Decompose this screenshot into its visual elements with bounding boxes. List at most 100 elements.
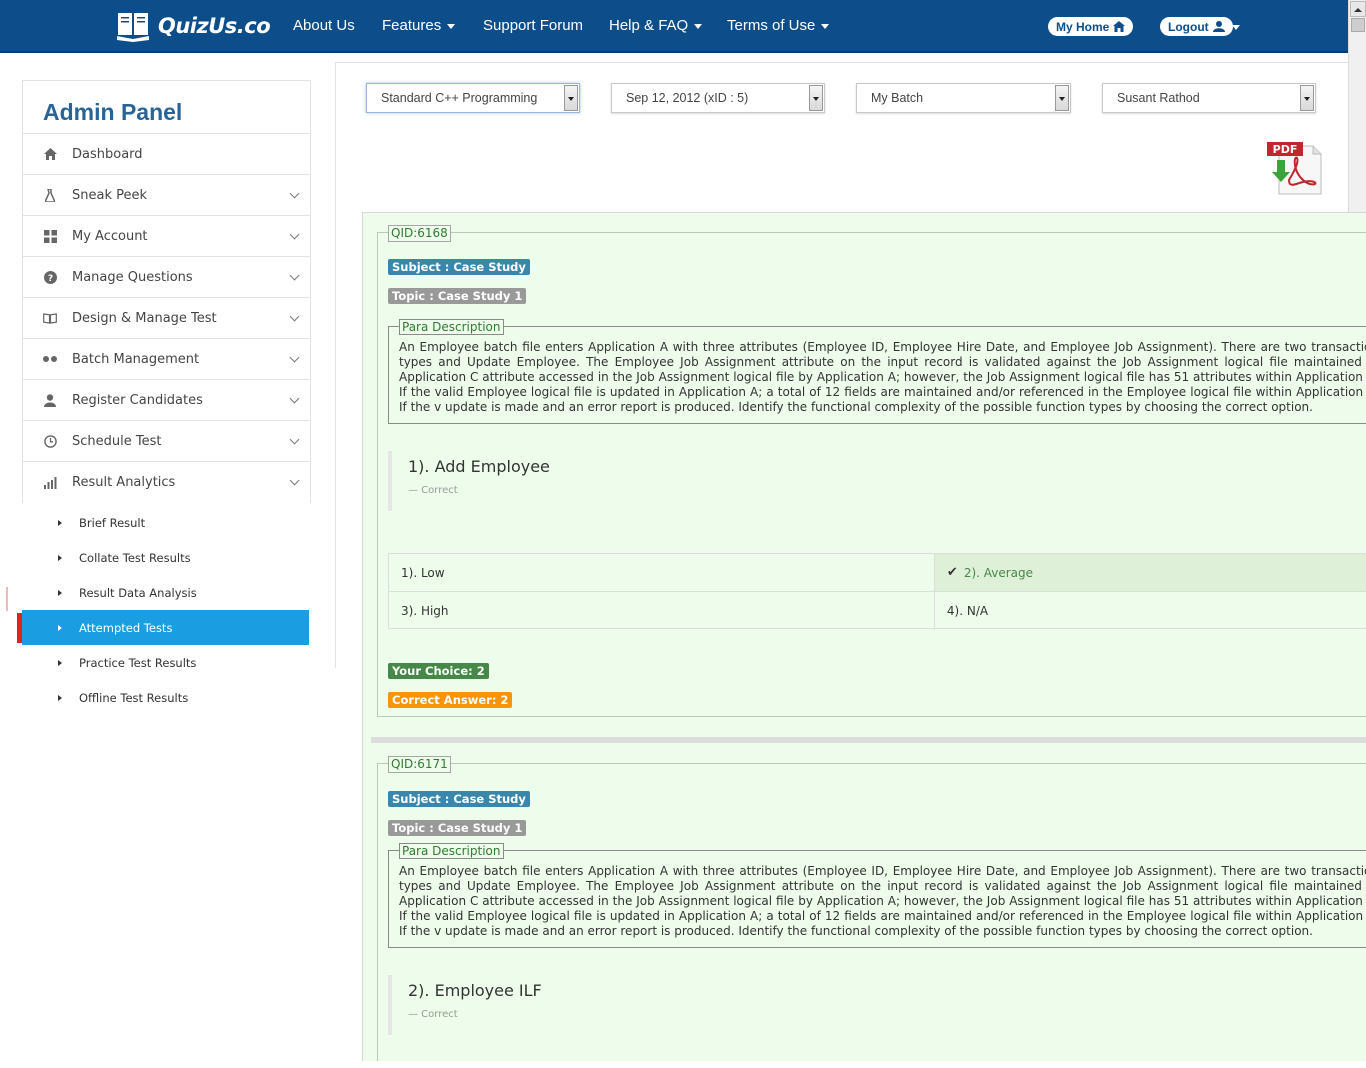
grid-icon: [43, 229, 57, 243]
option-1[interactable]: 1). Low: [389, 554, 935, 591]
user-icon: [1212, 21, 1225, 32]
sidebar-item-manage-questions[interactable]: ? Manage Questions: [23, 257, 310, 298]
correct-answer-badge: Correct Answer: 2: [388, 692, 513, 708]
vertical-scrollbar[interactable]: [1348, 0, 1366, 213]
top-navbar: QuizUs.co About Us Features Support Foru…: [0, 0, 1348, 53]
sidebar-subitem-brief-result[interactable]: Brief Result: [22, 505, 311, 540]
question-review-area: QID:6168 Subject : Case Study Topic : Ca…: [362, 212, 1366, 1061]
question-divider: [371, 737, 1366, 743]
caret-right-icon: [58, 659, 62, 666]
option-4[interactable]: 4). N/A: [935, 592, 1366, 630]
dropdown-arrow-icon: [1300, 85, 1314, 111]
question-card: QID:6168 Subject : Case Study Topic : Ca…: [377, 225, 1366, 717]
chevron-down-icon: [289, 393, 300, 404]
chevron-down-icon: [289, 229, 300, 240]
caret-right-icon: [58, 554, 62, 561]
dropdown-arrow-icon: [564, 85, 578, 111]
logout-button[interactable]: Logout: [1160, 17, 1233, 36]
sidebar-item-design-manage-test[interactable]: Design & Manage Test: [23, 298, 310, 339]
sidebar-subitem-result-data-analysis[interactable]: Result Data Analysis: [22, 575, 311, 610]
sidebar-item-result-analytics[interactable]: Result Analytics: [23, 462, 310, 503]
nav-support-forum[interactable]: Support Forum: [483, 17, 583, 34]
sidebar-item-my-account[interactable]: My Account: [23, 216, 310, 257]
caret-down-icon: [821, 23, 830, 29]
question-circle-icon: ?: [43, 270, 57, 284]
subject-badge: Subject : Case Study: [388, 259, 530, 275]
svg-text:?: ?: [47, 274, 52, 284]
sidebar-item-register-candidates[interactable]: Register Candidates: [23, 380, 310, 421]
para-description-box: Para Description An Employee batch file …: [388, 319, 1366, 424]
result-analytics-submenu: Brief Result Collate Test Results Result…: [22, 505, 311, 715]
sidebar-subitem-attempted-tests[interactable]: Attempted Tests: [22, 610, 309, 645]
answer-status: — Correct: [408, 485, 458, 496]
pdf-download-icon[interactable]: PDF: [1267, 140, 1323, 196]
sidebar-title: Admin Panel: [23, 81, 310, 134]
sidebar-item-batch-management[interactable]: Batch Management: [23, 339, 310, 380]
chevron-down-icon: [289, 188, 300, 199]
caret-down-icon: [447, 23, 456, 29]
book-icon: [43, 311, 57, 325]
sidebar-subitem-collate-test-results[interactable]: Collate Test Results: [22, 540, 311, 575]
user-icon: [43, 393, 57, 407]
chevron-down-icon: [289, 270, 300, 281]
subject-badge: Subject : Case Study: [388, 791, 530, 807]
sidebar-item-sneak-peek[interactable]: Sneak Peek: [23, 175, 310, 216]
candidate-select[interactable]: Susant Rathod: [1102, 83, 1316, 113]
question-text-block: 1). Add Employee — Correct: [388, 451, 888, 511]
para-description-text: An Employee batch file enters Applicatio…: [399, 340, 1366, 414]
chevron-down-icon: [289, 434, 300, 445]
sidebar-item-dashboard[interactable]: Dashboard: [23, 134, 310, 175]
topic-badge: Topic : Case Study 1: [388, 820, 527, 836]
options-row: 3). High 4). N/A: [389, 592, 1366, 630]
scroll-thumb[interactable]: [1351, 18, 1365, 32]
account-caret-icon[interactable]: [1232, 25, 1240, 30]
clock-icon: [43, 434, 57, 448]
home-icon: [43, 147, 57, 161]
option-2-selected[interactable]: ✔ 2). Average: [934, 554, 1366, 591]
para-description-text: An Employee batch file enters Applicatio…: [399, 864, 1366, 938]
scroll-up-arrow-icon[interactable]: [1350, 1, 1366, 17]
pdf-label: PDF: [1273, 143, 1298, 156]
home-icon: [1113, 21, 1126, 32]
active-item-marker: [17, 613, 22, 643]
question-id: QID:6168: [388, 225, 451, 242]
question-text: 2). Employee ILF: [408, 981, 542, 1000]
para-description-box: Para Description An Employee batch file …: [388, 843, 1366, 948]
dropdown-arrow-icon: [809, 85, 823, 111]
nav-features[interactable]: Features: [382, 17, 456, 34]
para-description-legend: Para Description: [399, 319, 504, 335]
course-select[interactable]: Standard C++ Programming: [366, 83, 580, 113]
check-icon: ✔: [946, 565, 958, 580]
nav-terms-of-use[interactable]: Terms of Use: [727, 17, 830, 34]
question-id: QID:6171: [388, 756, 451, 773]
caret-right-icon: [58, 694, 62, 701]
caret-right-icon: [58, 519, 62, 526]
caret-right-icon: [58, 624, 62, 631]
caret-down-icon: [694, 23, 703, 29]
my-home-button[interactable]: My Home: [1048, 17, 1134, 36]
admin-sidebar: Admin Panel Dashboard Sneak Peek My Acco…: [22, 80, 311, 503]
options-table: 1). Low ✔ 2). Average 3). High 4). N/A: [388, 553, 1366, 630]
sidebar-subitem-practice-test-results[interactable]: Practice Test Results: [22, 645, 311, 680]
question-text: 1). Add Employee: [408, 457, 550, 476]
topic-badge: Topic : Case Study 1: [388, 288, 527, 304]
option-3[interactable]: 3). High: [389, 592, 935, 630]
nav-help-faq[interactable]: Help & FAQ: [609, 17, 703, 34]
batch-select[interactable]: My Batch: [856, 83, 1071, 113]
flask-icon: [43, 188, 57, 202]
sidebar-subitem-offline-test-results[interactable]: Offline Test Results: [22, 680, 311, 715]
edge-marker: [6, 587, 8, 611]
test-date-select[interactable]: Sep 12, 2012 (xID : 5): [611, 83, 825, 113]
caret-right-icon: [58, 589, 62, 596]
question-text-block: 2). Employee ILF — Correct: [388, 975, 888, 1035]
your-choice-badge: Your Choice: 2: [388, 663, 489, 679]
chevron-down-icon: [289, 311, 300, 322]
answer-status: — Correct: [408, 1009, 458, 1020]
options-row: 1). Low ✔ 2). Average: [389, 554, 1366, 592]
dropdown-arrow-icon: [1055, 85, 1069, 111]
question-card: QID:6171 Subject : Case Study Topic : Ca…: [377, 756, 1366, 1061]
sidebar-item-schedule-test[interactable]: Schedule Test: [23, 421, 310, 462]
nav-about-us[interactable]: About Us: [293, 17, 355, 34]
brand-logo[interactable]: QuizUs.co: [116, 9, 271, 43]
chevron-down-icon: [289, 475, 300, 486]
